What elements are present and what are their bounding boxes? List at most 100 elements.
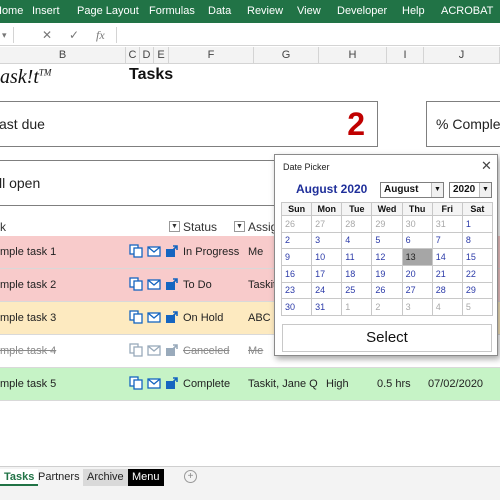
calendar-day[interactable]: 9 xyxy=(280,248,313,266)
close-icon[interactable]: ✕ xyxy=(481,158,492,174)
calendar-day[interactable]: 2 xyxy=(280,231,313,250)
calendar-day[interactable]: 5 xyxy=(371,231,403,250)
calendar-day[interactable]: 26 xyxy=(371,281,403,300)
task-name: mple task 5 xyxy=(0,378,57,390)
calendar-day[interactable]: 21 xyxy=(431,264,463,283)
calendar-day[interactable]: 5 xyxy=(461,298,494,316)
calendar-day[interactable]: 18 xyxy=(341,264,373,283)
task-status: To Do xyxy=(183,279,212,291)
ribbon-tab-home[interactable]: Home xyxy=(0,5,23,17)
share-icon[interactable] xyxy=(165,277,179,291)
calendar-day[interactable]: 31 xyxy=(311,298,343,316)
share-icon[interactable] xyxy=(165,310,179,324)
ribbon-tab-help[interactable]: Help xyxy=(402,5,425,17)
column-header-d[interactable]: D xyxy=(140,47,154,64)
calendar-day[interactable]: 19 xyxy=(371,264,403,283)
share-icon[interactable] xyxy=(165,343,179,357)
calendar-day[interactable]: 8 xyxy=(461,231,494,250)
calendar-day[interactable]: 17 xyxy=(311,264,343,283)
ribbon-tab-page-layout[interactable]: Page Layout xyxy=(77,5,139,17)
calendar-day[interactable]: 6 xyxy=(401,231,433,250)
calendar-day[interactable]: 28 xyxy=(431,281,463,300)
calendar-day[interactable]: 15 xyxy=(461,248,494,266)
sheet-tab-menu[interactable]: Menu xyxy=(128,469,164,486)
calendar-day[interactable]: 29 xyxy=(371,215,403,233)
calendar-day[interactable]: 11 xyxy=(341,248,373,266)
confirm-entry-icon[interactable]: ✓ xyxy=(69,28,79,42)
calendar-day[interactable]: 3 xyxy=(311,231,343,250)
email-icon[interactable] xyxy=(147,310,161,324)
copy-icon[interactable] xyxy=(129,277,143,291)
share-icon[interactable] xyxy=(165,376,179,390)
calendar-day[interactable]: 7 xyxy=(431,231,463,250)
email-icon[interactable] xyxy=(147,376,161,390)
calendar-day[interactable]: 1 xyxy=(341,298,373,316)
calendar-day[interactable]: 4 xyxy=(341,231,373,250)
year-select[interactable]: 2020 ▼ xyxy=(449,182,492,198)
calendar-day[interactable]: 27 xyxy=(311,215,343,233)
calendar-day[interactable]: 27 xyxy=(401,281,433,300)
column-header-c[interactable]: C xyxy=(126,47,140,64)
header-status: Status xyxy=(183,220,218,234)
copy-icon[interactable] xyxy=(129,310,143,324)
calendar-day[interactable]: 16 xyxy=(280,264,313,283)
ribbon-tab-insert[interactable]: Insert xyxy=(32,5,60,17)
column-header-f[interactable]: F xyxy=(169,47,254,64)
calendar-day[interactable]: 23 xyxy=(280,281,313,300)
calendar-day[interactable]: 30 xyxy=(280,298,313,316)
calendar-day[interactable]: 28 xyxy=(341,215,373,233)
email-icon[interactable] xyxy=(147,277,161,291)
calendar-day[interactable]: 2 xyxy=(371,298,403,316)
select-button[interactable]: Select xyxy=(282,324,492,352)
task-assigned: Taskit, Jane Q xyxy=(248,378,318,390)
calendar-day[interactable]: 1 xyxy=(461,215,494,233)
task-priority: High xyxy=(326,378,349,390)
calendar-day[interactable]: 3 xyxy=(401,298,433,316)
column-header-j[interactable]: J xyxy=(424,47,500,64)
ribbon-tab-view[interactable]: View xyxy=(297,5,321,17)
cancel-entry-icon[interactable]: ✕ xyxy=(42,28,52,42)
calendar-day[interactable]: 31 xyxy=(431,215,463,233)
sheet-tab-tasks[interactable]: Tasks xyxy=(0,469,39,486)
calendar-day[interactable]: 20 xyxy=(401,264,433,283)
column-header-h[interactable]: H xyxy=(319,47,387,64)
email-icon[interactable] xyxy=(147,244,161,258)
ribbon-tab-acrobat[interactable]: ACROBAT xyxy=(441,5,493,17)
insert-function-icon[interactable]: fx xyxy=(96,28,105,43)
column-header-e[interactable]: E xyxy=(154,47,169,64)
copy-icon[interactable] xyxy=(129,376,143,390)
add-sheet-icon[interactable]: + xyxy=(184,470,197,483)
share-icon[interactable] xyxy=(165,244,179,258)
chevron-down-icon: ▼ xyxy=(431,183,443,197)
calendar-day-selected[interactable]: 13 xyxy=(401,248,433,266)
copy-icon[interactable] xyxy=(129,244,143,258)
email-icon[interactable] xyxy=(147,343,161,357)
calendar-day[interactable]: 29 xyxy=(461,281,494,300)
calendar-day[interactable]: 26 xyxy=(280,215,313,233)
copy-icon[interactable] xyxy=(129,343,143,357)
column-header-g[interactable]: G xyxy=(254,47,319,64)
task-row[interactable]: mple task 5 Complete Taskit, Jane Q High 0.5… xyxy=(0,368,500,401)
ribbon-tab-developer[interactable]: Developer xyxy=(337,5,387,17)
calendar-day[interactable]: 12 xyxy=(371,248,403,266)
calendar-day[interactable]: 25 xyxy=(341,281,373,300)
month-select[interactable]: August ▼ xyxy=(380,182,444,198)
sheet-tab-partners[interactable]: Partners xyxy=(34,469,84,486)
ribbon-tab-review[interactable]: Review xyxy=(247,5,283,17)
name-box-dropdown-icon[interactable]: ▾ xyxy=(2,30,7,41)
ribbon-tab-data[interactable]: Data xyxy=(208,5,231,17)
calendar-day[interactable]: 30 xyxy=(401,215,433,233)
calendar-day[interactable]: 10 xyxy=(311,248,343,266)
calendar-day[interactable]: 14 xyxy=(431,248,463,266)
filter-dropdown-icon[interactable]: ▼ xyxy=(234,221,245,232)
calendar-day[interactable]: 4 xyxy=(431,298,463,316)
sheet-tab-archive[interactable]: Archive xyxy=(83,469,128,486)
column-header-b[interactable]: B xyxy=(0,47,126,64)
calendar-day[interactable]: 24 xyxy=(311,281,343,300)
calendar-day[interactable]: 22 xyxy=(461,264,494,283)
formula-input[interactable] xyxy=(118,26,498,44)
filter-dropdown-icon[interactable]: ▼ xyxy=(169,221,180,232)
column-header-i[interactable]: I xyxy=(387,47,424,64)
calendar-week-row: 23 24 25 26 27 28 29 xyxy=(280,281,494,300)
ribbon-tab-formulas[interactable]: Formulas xyxy=(149,5,195,17)
